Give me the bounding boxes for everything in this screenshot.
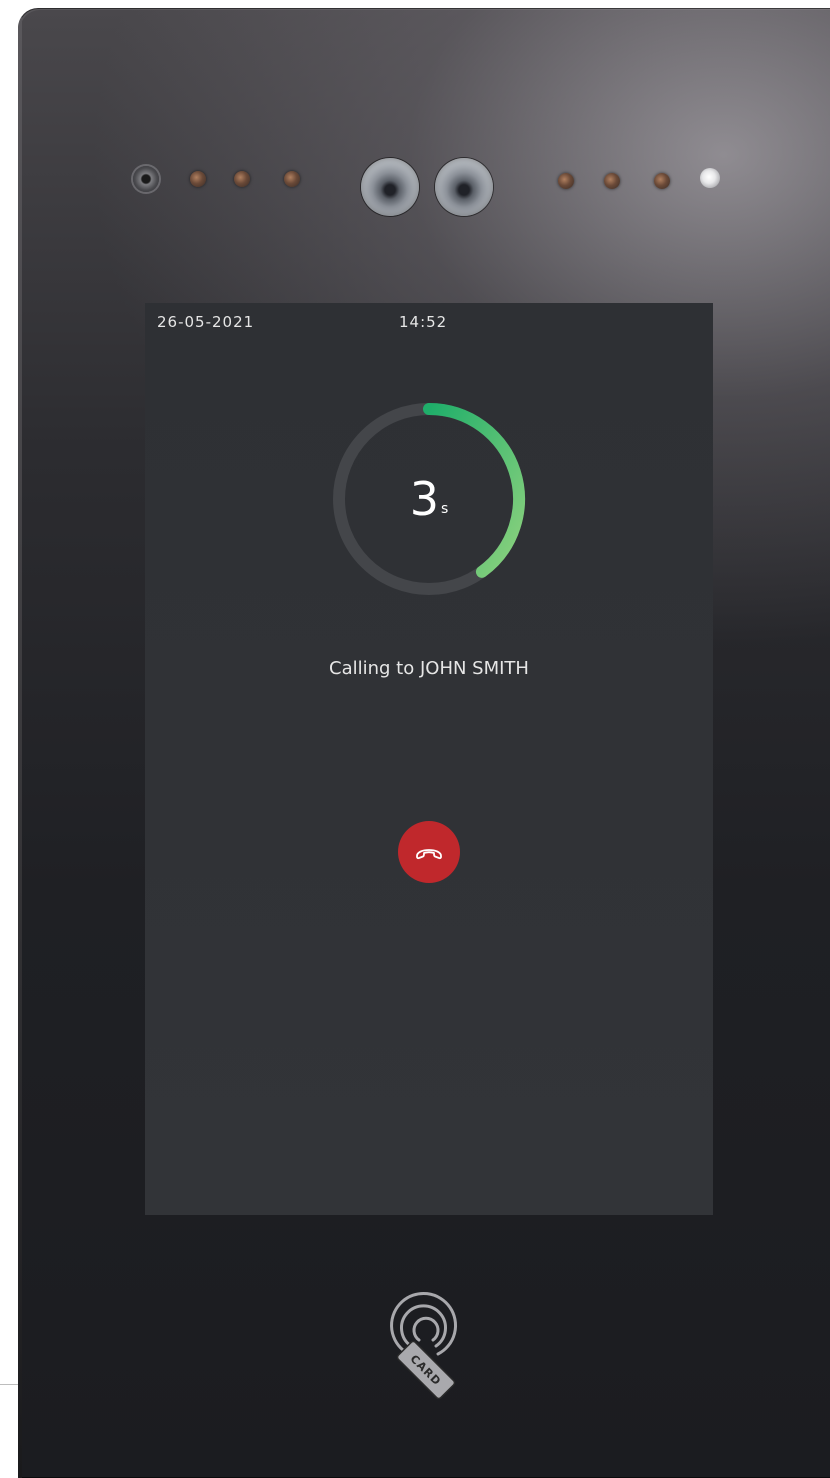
card-reader[interactable]: CARD bbox=[378, 1288, 468, 1408]
microphone-icon bbox=[133, 166, 159, 192]
calling-status: Calling to JOHN SMITH bbox=[329, 658, 529, 679]
touchscreen: 26-05-2021 14:52 3 s Calling to JOHN SMI… bbox=[145, 303, 713, 1215]
phone-hangup-icon bbox=[416, 849, 442, 860]
camera-lens-icon bbox=[435, 158, 493, 216]
light-sensor-icon bbox=[700, 168, 720, 188]
countdown-value: 3 bbox=[409, 472, 439, 526]
countdown-ring: 3 s bbox=[329, 399, 529, 599]
status-date: 26-05-2021 bbox=[157, 313, 255, 331]
ir-led-icon bbox=[654, 173, 670, 189]
panel-edge bbox=[18, 8, 22, 1478]
hangup-button[interactable] bbox=[398, 821, 460, 883]
ir-led-icon bbox=[604, 173, 620, 189]
countdown-unit: s bbox=[440, 501, 449, 517]
ir-led-icon bbox=[284, 171, 300, 187]
countdown-display: 3 s bbox=[329, 399, 529, 599]
ir-led-icon bbox=[558, 173, 574, 189]
divider-line bbox=[0, 1384, 18, 1385]
nfc-card-icon: CARD bbox=[390, 1291, 457, 1400]
status-time: 14:52 bbox=[399, 313, 448, 331]
ir-led-icon bbox=[190, 171, 206, 187]
camera-lens-icon bbox=[361, 158, 419, 216]
ir-led-icon bbox=[234, 171, 250, 187]
